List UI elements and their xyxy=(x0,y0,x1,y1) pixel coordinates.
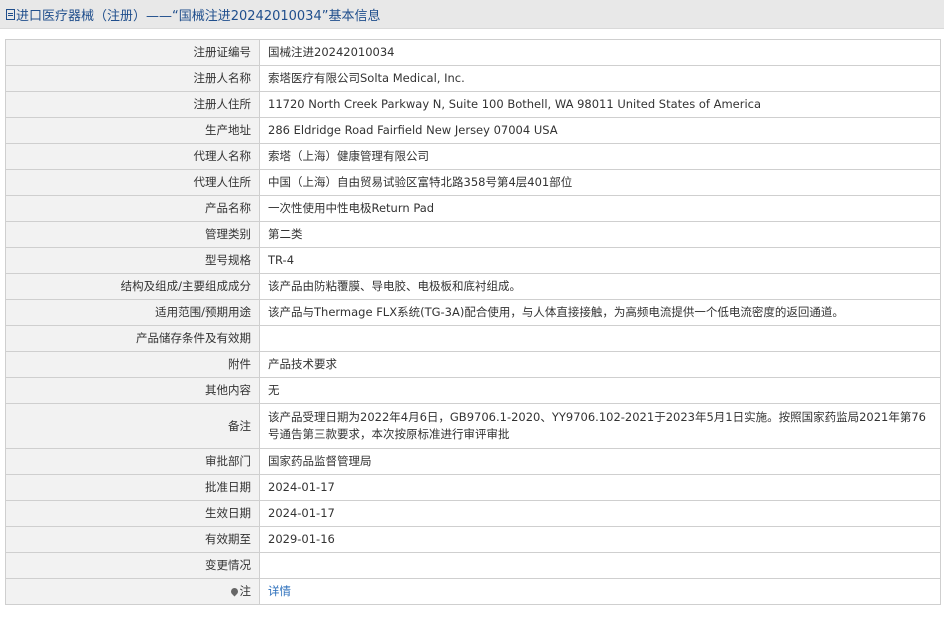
row-value: 该产品由防粘覆膜、导电胶、电极板和底衬组成。 xyxy=(259,273,941,300)
row-label: 注册人名称 xyxy=(5,65,260,92)
table-row: 代理人住所 中国（上海）自由贸易试验区富特北路358号第4层401部位 xyxy=(5,169,941,196)
table-row: 生产地址 286 Eldridge Road Fairfield New Jer… xyxy=(5,117,941,144)
table-row: 有效期至 2029-01-16 xyxy=(5,526,941,553)
table-row: 其他内容 无 xyxy=(5,377,941,404)
row-label: 批准日期 xyxy=(5,474,260,501)
info-table: 注册证编号 国械注进20242010034 注册人名称 索塔医疗有限公司Solt… xyxy=(5,39,941,605)
row-label: 其他内容 xyxy=(5,377,260,404)
info-table-container: 注册证编号 国械注进20242010034 注册人名称 索塔医疗有限公司Solt… xyxy=(5,39,941,605)
details-link[interactable]: 详情 xyxy=(268,584,291,598)
table-row: 生效日期 2024-01-17 xyxy=(5,500,941,527)
row-label: 变更情况 xyxy=(5,552,260,579)
table-row: 结构及组成/主要组成成分 该产品由防粘覆膜、导电胶、电极板和底衬组成。 xyxy=(5,273,941,300)
row-value xyxy=(259,325,941,352)
table-row: 备注 该产品受理日期为2022年4月6日，GB9706.1-2020、YY970… xyxy=(5,403,941,449)
table-row: 审批部门 国家药品监督管理局 xyxy=(5,448,941,475)
note-value-cell: 详情 xyxy=(259,578,941,605)
row-label: 注册人住所 xyxy=(5,91,260,118)
row-label: 代理人住所 xyxy=(5,169,260,196)
row-value: 第二类 xyxy=(259,221,941,248)
table-row: 注册证编号 国械注进20242010034 xyxy=(5,39,941,66)
row-label: 附件 xyxy=(5,351,260,378)
row-label: 注册证编号 xyxy=(5,39,260,66)
row-label: 审批部门 xyxy=(5,448,260,475)
table-row: 注册人名称 索塔医疗有限公司Solta Medical, Inc. xyxy=(5,65,941,92)
row-value: 2024-01-17 xyxy=(259,474,941,501)
row-value: 2029-01-16 xyxy=(259,526,941,553)
row-value: 中国（上海）自由贸易试验区富特北路358号第4层401部位 xyxy=(259,169,941,196)
row-value: 索塔医疗有限公司Solta Medical, Inc. xyxy=(259,65,941,92)
row-label: 管理类别 xyxy=(5,221,260,248)
row-label: 有效期至 xyxy=(5,526,260,553)
row-value: 无 xyxy=(259,377,941,404)
row-value: 一次性使用中性电极Return Pad xyxy=(259,195,941,222)
table-row: 变更情况 xyxy=(5,552,941,579)
document-icon xyxy=(6,8,15,20)
table-row: 产品储存条件及有效期 xyxy=(5,325,941,352)
row-value: 索塔（上海）健康管理有限公司 xyxy=(259,143,941,170)
table-row-note: 注 详情 xyxy=(5,578,941,605)
row-label: 型号规格 xyxy=(5,247,260,274)
table-row: 产品名称 一次性使用中性电极Return Pad xyxy=(5,195,941,222)
row-label: 代理人名称 xyxy=(5,143,260,170)
row-value: TR-4 xyxy=(259,247,941,274)
row-value: 11720 North Creek Parkway N, Suite 100 B… xyxy=(259,91,941,118)
row-label: 适用范围/预期用途 xyxy=(5,299,260,326)
row-label: 结构及组成/主要组成成分 xyxy=(5,273,260,300)
table-row: 批准日期 2024-01-17 xyxy=(5,474,941,501)
row-label: 产品名称 xyxy=(5,195,260,222)
row-value: 产品技术要求 xyxy=(259,351,941,378)
table-row: 注册人住所 11720 North Creek Parkway N, Suite… xyxy=(5,91,941,118)
row-value: 2024-01-17 xyxy=(259,500,941,527)
page-header: 进口医疗器械（注册）——“国械注进20242010034”基本信息 xyxy=(0,0,944,29)
row-value: 该产品与Thermage FLX系统(TG-3A)配合使用，与人体直接接触，为高… xyxy=(259,299,941,326)
row-label: 备注 xyxy=(5,403,260,449)
row-value: 286 Eldridge Road Fairfield New Jersey 0… xyxy=(259,117,941,144)
table-row: 型号规格 TR-4 xyxy=(5,247,941,274)
table-row: 适用范围/预期用途 该产品与Thermage FLX系统(TG-3A)配合使用，… xyxy=(5,299,941,326)
row-value: 该产品受理日期为2022年4月6日，GB9706.1-2020、YY9706.1… xyxy=(259,403,941,449)
pin-icon xyxy=(229,586,239,597)
page-title: 进口医疗器械（注册）——“国械注进20242010034”基本信息 xyxy=(16,8,381,24)
row-value: 国械注进20242010034 xyxy=(259,39,941,66)
table-row: 附件 产品技术要求 xyxy=(5,351,941,378)
row-value xyxy=(259,552,941,579)
row-label: 生效日期 xyxy=(5,500,260,527)
row-label: 生产地址 xyxy=(5,117,260,144)
row-value: 国家药品监督管理局 xyxy=(259,448,941,475)
row-label: 产品储存条件及有效期 xyxy=(5,325,260,352)
note-label: 注 xyxy=(239,584,252,598)
table-row: 管理类别 第二类 xyxy=(5,221,941,248)
note-label-cell: 注 xyxy=(5,578,260,605)
table-row: 代理人名称 索塔（上海）健康管理有限公司 xyxy=(5,143,941,170)
